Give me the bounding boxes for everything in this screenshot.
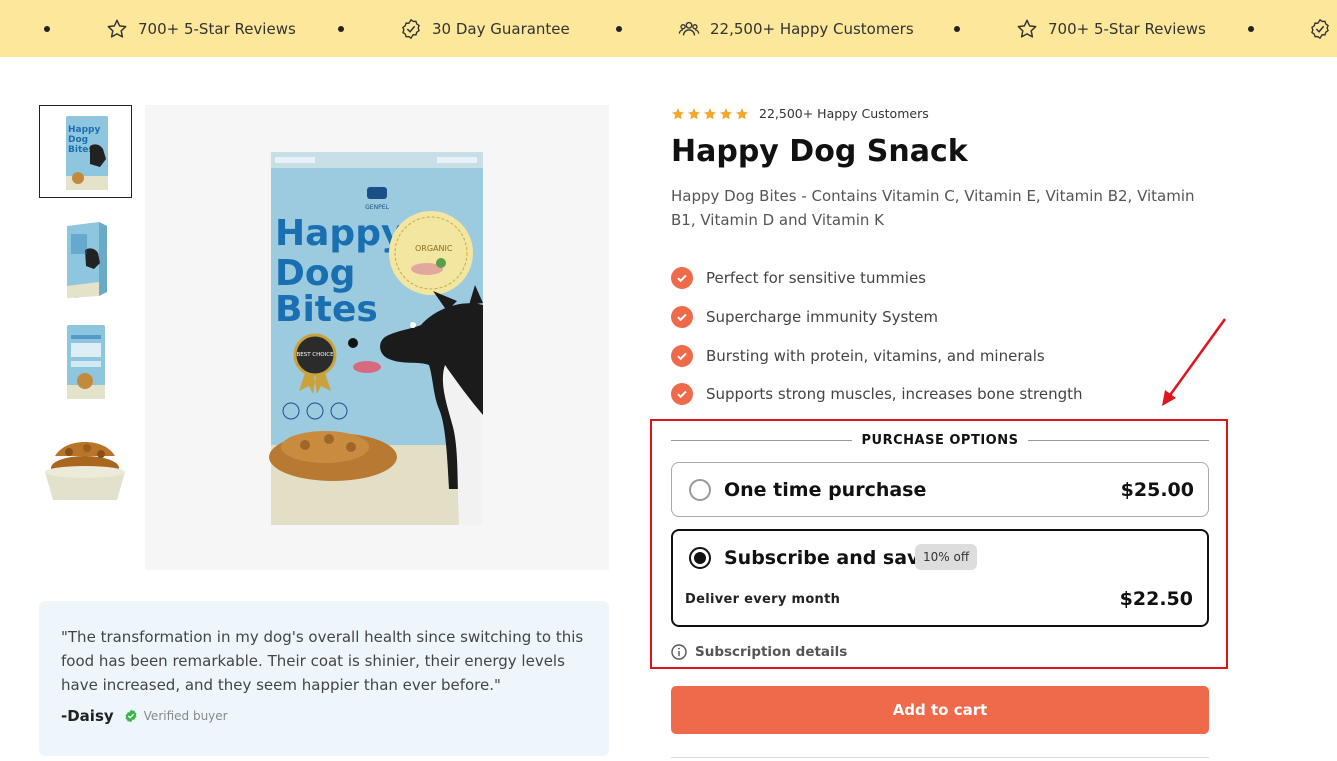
separator-dot bbox=[44, 26, 50, 32]
separator-dot bbox=[1248, 26, 1254, 32]
add-to-cart-button[interactable]: Add to cart bbox=[671, 686, 1209, 734]
separator-dot bbox=[954, 26, 960, 32]
pack-brand: GENPEL bbox=[365, 204, 389, 211]
check-circle-icon bbox=[671, 344, 693, 367]
feature-item: Perfect for sensitive tummies bbox=[671, 259, 1083, 298]
feature-list: Perfect for sensitive tummies Supercharg… bbox=[671, 259, 1083, 414]
check-circle-icon bbox=[671, 267, 693, 290]
thumbnail-front[interactable]: Happy Dog Bites bbox=[39, 105, 132, 198]
feature-item: Supports strong muscles, increases bone … bbox=[671, 375, 1083, 414]
feature-text: Supercharge immunity System bbox=[706, 308, 939, 327]
subscribe-price: $22.50 bbox=[1119, 588, 1193, 610]
feature-text: Perfect for sensitive tummies bbox=[706, 269, 926, 288]
announcement-bar: 700+ 5-Star Reviews 30 Day Guarantee 22,… bbox=[0, 0, 1337, 57]
badge-check-icon bbox=[1311, 18, 1329, 39]
subscribe-and-save-option[interactable]: Subscribe and save 10% off Deliver every… bbox=[671, 529, 1209, 627]
feature-item: Bursting with protein, vitamins, and min… bbox=[671, 336, 1083, 375]
testimonial-quote: "The transformation in my dog's overall … bbox=[61, 628, 584, 694]
discount-badge: 10% off bbox=[915, 544, 978, 570]
divider bbox=[671, 439, 852, 441]
announcement-text: 30 Day Guarantee bbox=[432, 19, 570, 38]
pack-title-line: Bites bbox=[275, 289, 378, 330]
organic-label: ORGANIC bbox=[415, 244, 453, 253]
star-filled-icon bbox=[704, 107, 716, 119]
pack-title-line: Happy bbox=[275, 213, 404, 254]
separator-dot bbox=[338, 26, 344, 32]
purchase-options-header: PURCHASE OPTIONS bbox=[671, 430, 1209, 450]
thumbnail-angle[interactable] bbox=[39, 210, 132, 303]
divider bbox=[671, 757, 1209, 758]
pack-text: Dog bbox=[68, 135, 88, 145]
star-filled-icon bbox=[672, 107, 684, 119]
badge-check-icon bbox=[402, 18, 420, 39]
one-time-purchase-option[interactable]: One time purchase $25.00 bbox=[671, 462, 1209, 517]
delivery-frequency: Deliver every month bbox=[685, 592, 841, 607]
announcement-item: 30 Day Guarantee bbox=[400, 0, 570, 57]
one-time-price: $25.00 bbox=[1120, 479, 1194, 501]
subscription-details-label: Subscription details bbox=[695, 644, 848, 660]
main-product-image[interactable]: GENPEL Happy Dog Bites ORGANIC BEST CHOI… bbox=[145, 105, 609, 570]
subscription-details-link[interactable]: Subscription details bbox=[671, 644, 847, 660]
pack-text: Happy bbox=[68, 125, 100, 135]
product-thumbnail-image: Happy Dog Bites bbox=[40, 106, 131, 197]
subscribe-radio[interactable] bbox=[689, 547, 711, 569]
seal-label: BEST CHOICE bbox=[296, 352, 334, 358]
announcement-text: 22,500+ Happy Customers bbox=[710, 19, 914, 38]
product-title: Happy Dog Snack bbox=[671, 134, 968, 169]
announcement-track: 700+ 5-Star Reviews 30 Day Guarantee 22,… bbox=[0, 0, 1337, 57]
testimonial-author: -Daisy bbox=[61, 707, 114, 725]
star-filled-icon bbox=[720, 107, 732, 119]
thumbnail-back[interactable] bbox=[39, 315, 132, 408]
product-thumbnail-image bbox=[39, 420, 132, 513]
announcement-item bbox=[1309, 0, 1331, 57]
feature-text: Bursting with protein, vitamins, and min… bbox=[706, 346, 1045, 365]
star-icon bbox=[107, 19, 127, 38]
separator-dot bbox=[616, 26, 622, 32]
pack-title-line: Dog bbox=[275, 253, 355, 294]
testimonial-author-row: -Daisy Verified buyer bbox=[61, 707, 587, 725]
verified-badge: Verified buyer bbox=[124, 709, 228, 723]
info-icon bbox=[671, 644, 687, 660]
rating-stars bbox=[671, 107, 749, 121]
product-thumbnail-image bbox=[39, 210, 132, 303]
product-thumbnail-image bbox=[39, 315, 132, 408]
pack-text: Bites bbox=[68, 145, 94, 155]
announcement-text: 700+ 5-Star Reviews bbox=[138, 19, 296, 38]
one-time-radio[interactable] bbox=[689, 479, 711, 501]
announcement-item: 700+ 5-Star Reviews bbox=[106, 0, 296, 57]
check-circle-icon bbox=[671, 306, 693, 329]
thumbnail-bowl[interactable] bbox=[39, 420, 132, 513]
divider bbox=[1028, 439, 1209, 441]
announcement-item: 700+ 5-Star Reviews bbox=[1016, 0, 1206, 57]
rating-row: 22,500+ Happy Customers bbox=[671, 106, 929, 121]
star-filled-icon bbox=[688, 107, 700, 119]
star-filled-icon bbox=[736, 107, 748, 119]
testimonial-card: "The transformation in my dog's overall … bbox=[39, 601, 609, 756]
feature-item: Supercharge immunity System bbox=[671, 298, 1083, 337]
one-time-label: One time purchase bbox=[724, 479, 927, 501]
users-icon bbox=[678, 21, 700, 35]
verified-label: Verified buyer bbox=[143, 709, 228, 723]
check-circle-icon bbox=[671, 383, 693, 406]
subscribe-label: Subscribe and save bbox=[724, 547, 933, 569]
announcement-item: 22,500+ Happy Customers bbox=[678, 0, 914, 57]
annotation-arrow-icon bbox=[1162, 318, 1227, 406]
announcement-text: 700+ 5-Star Reviews bbox=[1048, 19, 1206, 38]
rating-text: 22,500+ Happy Customers bbox=[759, 106, 929, 121]
product-description: Happy Dog Bites - Contains Vitamin C, Vi… bbox=[671, 187, 1195, 229]
verified-check-icon bbox=[125, 709, 137, 723]
star-icon bbox=[1017, 19, 1037, 38]
dog-food-bag-illustration: GENPEL Happy Dog Bites ORGANIC BEST CHOI… bbox=[145, 105, 609, 570]
purchase-options-title: PURCHASE OPTIONS bbox=[861, 432, 1019, 448]
feature-text: Supports strong muscles, increases bone … bbox=[706, 385, 1083, 404]
